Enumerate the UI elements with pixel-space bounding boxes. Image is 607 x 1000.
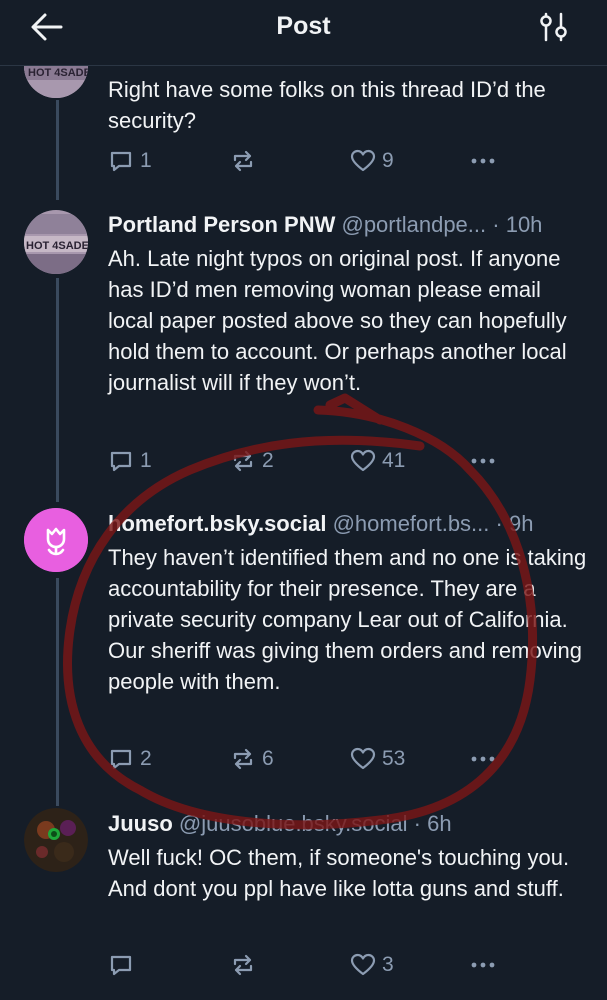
post-text: Well fuck! OC them, if someone's touchin… bbox=[108, 845, 570, 901]
reply-count: 1 bbox=[140, 449, 152, 472]
post-meta: Portland Person PNW @portlandpe... · 10h bbox=[108, 211, 588, 239]
post-text: Ah. Late night typos on original post. I… bbox=[108, 246, 567, 395]
like-count: 3 bbox=[382, 953, 394, 976]
reply-button[interactable]: 1 bbox=[108, 146, 152, 176]
ellipsis-icon bbox=[471, 158, 495, 164]
repost-button[interactable]: 6 bbox=[230, 744, 274, 774]
author-name[interactable]: homefort.bsky.social bbox=[108, 511, 326, 536]
post-meta: Juuso @juusoblue.bsky.social · 6h bbox=[108, 810, 588, 838]
repost-button[interactable] bbox=[230, 950, 262, 980]
thread-line bbox=[56, 278, 59, 502]
svg-text:HOT 4SADE: HOT 4SADE bbox=[26, 240, 88, 252]
reply-count: 2 bbox=[140, 747, 152, 770]
like-button[interactable]: 41 bbox=[350, 446, 405, 476]
like-count: 9 bbox=[382, 149, 394, 172]
reply-icon bbox=[110, 451, 132, 472]
reply-icon bbox=[110, 955, 132, 976]
like-count: 41 bbox=[382, 449, 406, 472]
page-title: Post bbox=[276, 12, 331, 40]
heart-icon bbox=[350, 953, 376, 976]
author-name[interactable]: Portland Person PNW bbox=[108, 212, 335, 237]
repost-count: 6 bbox=[262, 747, 274, 770]
reply-count: 1 bbox=[140, 149, 152, 172]
heart-icon bbox=[350, 449, 376, 472]
post-text: Right have some folks on this thread ID’… bbox=[108, 77, 546, 133]
more-options-button[interactable] bbox=[470, 744, 496, 774]
reply-button[interactable]: 2 bbox=[108, 744, 152, 774]
repost-icon bbox=[233, 748, 253, 770]
thread-settings-button[interactable] bbox=[537, 12, 571, 42]
avatar[interactable] bbox=[24, 508, 88, 572]
reply-button[interactable]: 1 bbox=[108, 446, 152, 476]
repost-icon bbox=[233, 150, 253, 172]
repost-count: 2 bbox=[262, 449, 274, 472]
like-count: 53 bbox=[382, 747, 406, 770]
reply-icon bbox=[110, 151, 132, 172]
avatar[interactable]: HOT 4SADE bbox=[24, 210, 88, 274]
svg-text:HOT 4SADE: HOT 4SADE bbox=[28, 67, 88, 79]
post-time: · 6h bbox=[413, 811, 452, 836]
post-text: They haven’t identified them and no one … bbox=[108, 545, 587, 694]
repost-button[interactable] bbox=[230, 146, 262, 176]
more-options-button[interactable] bbox=[470, 950, 496, 980]
heart-icon bbox=[350, 747, 376, 770]
post-meta: homefort.bsky.social @homefort.bs... · 9… bbox=[108, 510, 588, 538]
reply-icon bbox=[110, 749, 132, 770]
ellipsis-icon bbox=[471, 962, 495, 968]
thread-line bbox=[56, 100, 59, 200]
author-name[interactable]: Juuso bbox=[108, 811, 173, 836]
sliders-icon bbox=[540, 12, 567, 42]
heart-icon bbox=[350, 149, 376, 172]
more-options-button[interactable] bbox=[470, 446, 496, 476]
like-button[interactable]: 9 bbox=[350, 146, 394, 176]
top-bar: Post bbox=[0, 0, 607, 66]
repost-button[interactable]: 2 bbox=[230, 446, 274, 476]
author-handle[interactable]: @juusoblue.bsky.social bbox=[179, 811, 408, 836]
post-time: · 9h bbox=[495, 511, 534, 536]
ellipsis-icon bbox=[471, 458, 495, 464]
repost-icon bbox=[233, 954, 253, 976]
like-button[interactable]: 53 bbox=[350, 744, 405, 774]
author-handle[interactable]: @portlandpe... bbox=[341, 212, 486, 237]
ellipsis-icon bbox=[471, 756, 495, 762]
avatar[interactable] bbox=[24, 808, 88, 872]
post-time: · 10h bbox=[492, 212, 543, 237]
author-handle[interactable]: @homefort.bs... bbox=[333, 511, 490, 536]
repost-icon bbox=[233, 450, 253, 472]
like-button[interactable]: 3 bbox=[350, 950, 394, 980]
thread-line bbox=[56, 578, 59, 806]
more-options-button[interactable] bbox=[470, 146, 496, 176]
reply-button[interactable] bbox=[108, 950, 140, 980]
